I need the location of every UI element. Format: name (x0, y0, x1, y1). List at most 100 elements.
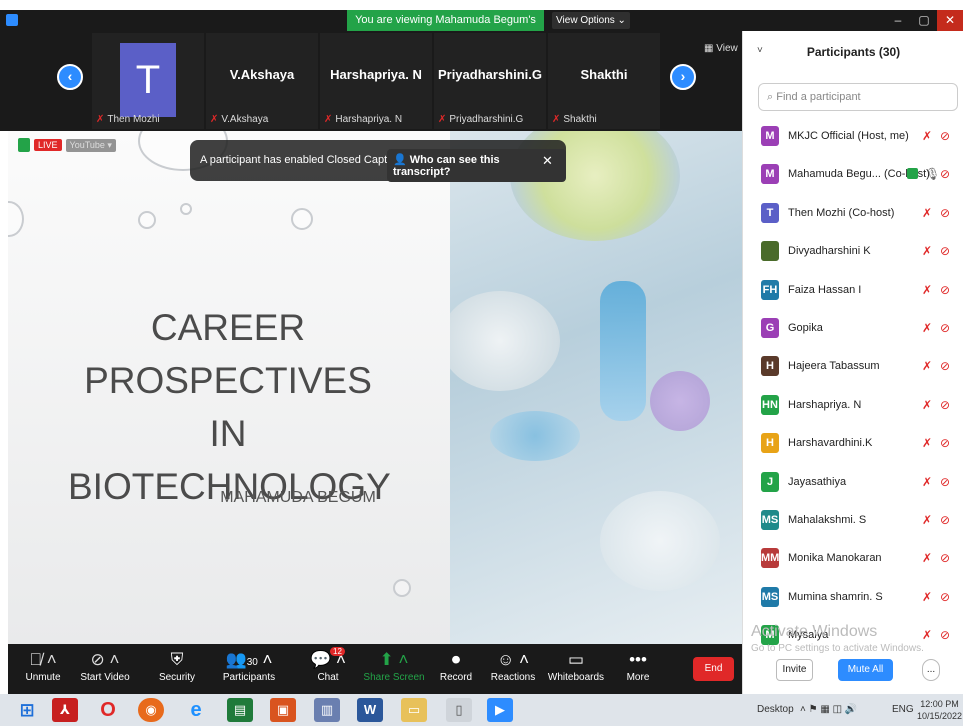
participant-search-input[interactable]: ⌕ Find a participant (758, 83, 958, 111)
bubble-graphic (393, 579, 411, 597)
avatar: H (761, 356, 779, 377)
person-icon: 👤 (393, 154, 407, 166)
ie-icon[interactable]: e (183, 698, 209, 722)
desktop-label[interactable]: Desktop (757, 704, 794, 715)
vial-graphic (650, 371, 710, 431)
participant-row[interactable]: M Mahamuda Begu... (Co-host) 🎙 ⊘ (743, 157, 963, 195)
end-meeting-button[interactable]: End (693, 657, 734, 681)
notice-text: A participant has enabled Closed Caption… (200, 154, 417, 166)
avatar: T (761, 202, 779, 223)
excel-icon[interactable]: ▤ (227, 698, 253, 722)
video-thumb[interactable]: Shakthi ✗ Shakthi (548, 33, 660, 129)
avatar: T (120, 43, 176, 117)
word-icon[interactable]: W (357, 698, 383, 722)
title-bar: You are viewing Mahamuda Begum's screen … (0, 10, 963, 47)
view-button[interactable]: ▦ View (704, 43, 738, 54)
language-indicator[interactable]: ENG (892, 704, 914, 715)
petri-dish-graphic (450, 291, 560, 391)
bubble-graphic (8, 201, 24, 237)
bubble-graphic (291, 208, 313, 230)
participant-row[interactable]: T Then Mozhi (Co-host) ✗ ⊘ (743, 196, 963, 234)
maximize-button[interactable]: ▢ (911, 10, 937, 31)
video-off-icon: ⊘ (940, 628, 951, 643)
thumb-name: Shakthi (580, 67, 628, 82)
participant-row[interactable]: MS Mahalakshmi. S ✗ ⊘ (743, 503, 963, 541)
video-thumb[interactable]: V.Akshaya ✗ V.Akshaya (206, 33, 318, 129)
next-page-button[interactable]: › (670, 64, 696, 90)
zoom-icon[interactable]: ▶ (487, 698, 513, 722)
avatar: M (761, 126, 779, 146)
youtube-dropdown[interactable]: YouTube ▾ (65, 138, 116, 152)
who-can-see-button[interactable]: 👤 Who can see this transcript? (387, 149, 566, 182)
avatar: J (761, 471, 779, 492)
participants-button[interactable]: 👥30 ˄ Participants (214, 648, 284, 683)
video-thumb[interactable]: T ✗ Then Mozhi (92, 33, 204, 129)
opera-icon[interactable]: O (95, 698, 121, 722)
slide-left-panel: CAREER PROSPECTIVES IN BIOTECHNOLOGY MAH… (8, 131, 450, 644)
mic-muted-icon: ✗ (922, 628, 933, 643)
mic-muted-icon: ✗ (552, 114, 561, 125)
acrobat-icon[interactable]: ⅄ (52, 698, 78, 722)
more-button[interactable]: ••• More (603, 648, 673, 683)
vial-graphic (490, 411, 580, 461)
security-button[interactable]: ⛨ Security (142, 648, 212, 683)
activate-windows-subtext: Go to PC settings to activate Windows. (751, 643, 924, 654)
participant-list: M MKJC Official (Host, me) ✗ ⊘ M Mahamuda Be… (743, 119, 963, 656)
video-off-icon: ⊘ (940, 589, 951, 604)
powerpoint-icon[interactable]: ▣ (270, 698, 296, 722)
invite-button[interactable]: Invite (776, 659, 813, 681)
mic-muted-icon: 🎙̸ ˄ (29, 650, 57, 669)
participant-row[interactable]: HN Harshapriya. N ✗ ⊘ (743, 388, 963, 426)
share-screen-button[interactable]: ⬆ ˄ Share Screen (359, 648, 429, 683)
view-options-button[interactable]: View Options ⌄ (552, 12, 630, 29)
reactions-button[interactable]: ☺ ˄ Reactions (478, 648, 548, 683)
participant-row[interactable]: MM Monika Manokaran ✗ ⊘ (743, 541, 963, 579)
clock[interactable]: 12:00 PM 10/15/2022 (917, 698, 962, 722)
mic-muted-icon: ✗ (438, 114, 447, 125)
start-icon[interactable]: ⊞ (14, 698, 40, 722)
thumb-label: ✗ V.Akshaya (210, 114, 269, 125)
start-video-button[interactable]: ⊘ ˄ Start Video (70, 648, 140, 683)
mic-muted-icon: ✗ (922, 129, 933, 143)
participant-row[interactable]: J Jayasathiya ✗ ⊘ (743, 465, 963, 503)
file-explorer-icon[interactable]: ▭ (401, 698, 427, 722)
mic-icon: 🎙 (925, 167, 941, 182)
video-off-icon: ⊘ (940, 244, 951, 259)
reactions-icon: ☺ ˄ (496, 650, 529, 669)
more-options-button[interactable]: ... (922, 659, 940, 681)
video-off-icon: ⊘ ˄ (90, 650, 120, 669)
participant-row[interactable]: H Harshavardhini.K ✗ ⊘ (743, 426, 963, 464)
firefox-icon[interactable]: ◉ (138, 698, 164, 722)
thumb-name: Harshapriya. N (330, 67, 422, 82)
avatar: HN (761, 394, 779, 415)
close-notice-icon[interactable]: ✕ (542, 153, 553, 169)
gallery-strip: ‹ T ✗ Then Mozhi V.Akshaya ✗ V.Akshaya Har… (0, 31, 742, 131)
app-icon[interactable]: ▥ (314, 698, 340, 722)
participant-row[interactable]: Divyadharshini K ✗ ⊘ (743, 234, 963, 272)
whiteboards-button[interactable]: ▭ Whiteboards (541, 648, 611, 683)
minimize-button[interactable]: – (885, 10, 911, 31)
video-thumb[interactable]: Harshapriya. N ✗ Harshapriya. N (320, 33, 432, 129)
chat-button[interactable]: 💬 ˄ 12 Chat (293, 647, 363, 683)
prev-page-button[interactable]: ‹ (57, 64, 83, 90)
live-indicator: LIVE YouTube ▾ (18, 136, 116, 154)
video-off-icon: ⊘ (940, 512, 951, 527)
participant-row[interactable]: G Gopika ✗ ⊘ (743, 311, 963, 349)
mute-all-button[interactable]: Mute All (838, 659, 893, 681)
mic-muted-icon: ✗ (922, 474, 933, 489)
participant-row[interactable]: H Hajeera Tabassum ✗ ⊘ (743, 349, 963, 387)
participant-row[interactable]: M MKJC Official (Host, me) ✗ ⊘ (743, 119, 963, 157)
viewing-banner: You are viewing Mahamuda Begum's screen (347, 10, 544, 47)
video-thumb[interactable]: Priyadharshini.G ✗ Priyadharshini.G (434, 33, 546, 129)
video-off-icon: ⊘ (940, 167, 951, 182)
participant-row[interactable]: FH Faiza Hassan I ✗ ⊘ (743, 273, 963, 311)
tray-icons[interactable]: ˄ ⚑ ▦ ◫ 🔊 (800, 704, 857, 715)
bubble-graphic (180, 203, 192, 215)
unmute-button[interactable]: 🎙̸ ˄ Unmute (8, 648, 78, 683)
more-icon: ••• (629, 650, 647, 669)
live-badge[interactable]: LIVE (34, 139, 62, 151)
participant-row[interactable]: MS Mumina shamrin. S ✗ ⊘ (743, 580, 963, 618)
document-icon[interactable]: ▯ (446, 698, 472, 722)
close-button[interactable]: ✕ (937, 10, 963, 31)
mic-muted-icon: ✗ (922, 244, 933, 259)
